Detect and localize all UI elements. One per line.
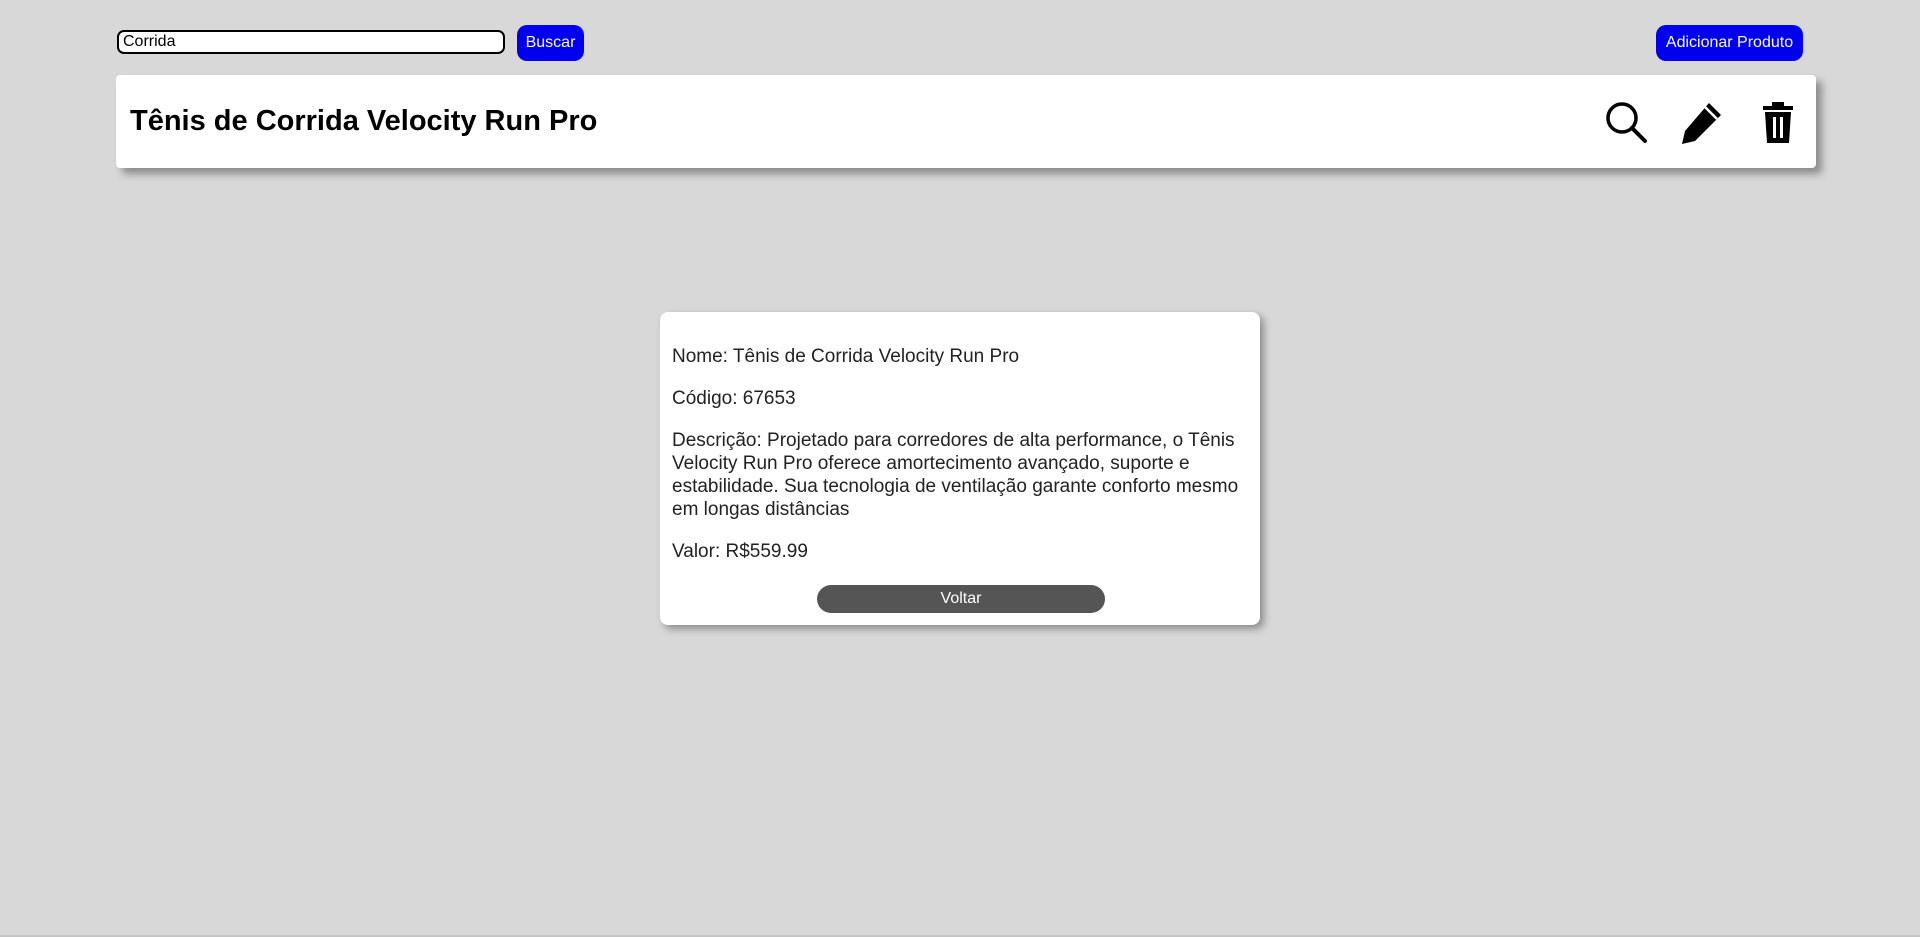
product-code: Código: 67653 (672, 388, 796, 409)
pencil-icon[interactable] (1678, 98, 1726, 146)
search-button[interactable]: Buscar (517, 25, 584, 61)
search-icon[interactable] (1602, 98, 1650, 146)
page-title: Tênis de Corrida Velocity Run Pro (130, 105, 598, 137)
product-detail-card: Nome: Tênis de Corrida Velocity Run Pro … (660, 312, 1260, 625)
product-description: Descrição: Projetado para corredores de … (672, 430, 1239, 520)
product-price: Valor: R$559.99 (672, 541, 808, 562)
product-header: Tênis de Corrida Velocity Run Pro (116, 75, 1816, 168)
trash-icon[interactable] (1754, 98, 1802, 146)
back-button[interactable]: Voltar (817, 585, 1105, 613)
search-input[interactable] (117, 30, 505, 54)
add-product-button[interactable]: Adicionar Produto (1656, 25, 1803, 61)
product-name: Nome: Tênis de Corrida Velocity Run Pro (672, 346, 1020, 367)
